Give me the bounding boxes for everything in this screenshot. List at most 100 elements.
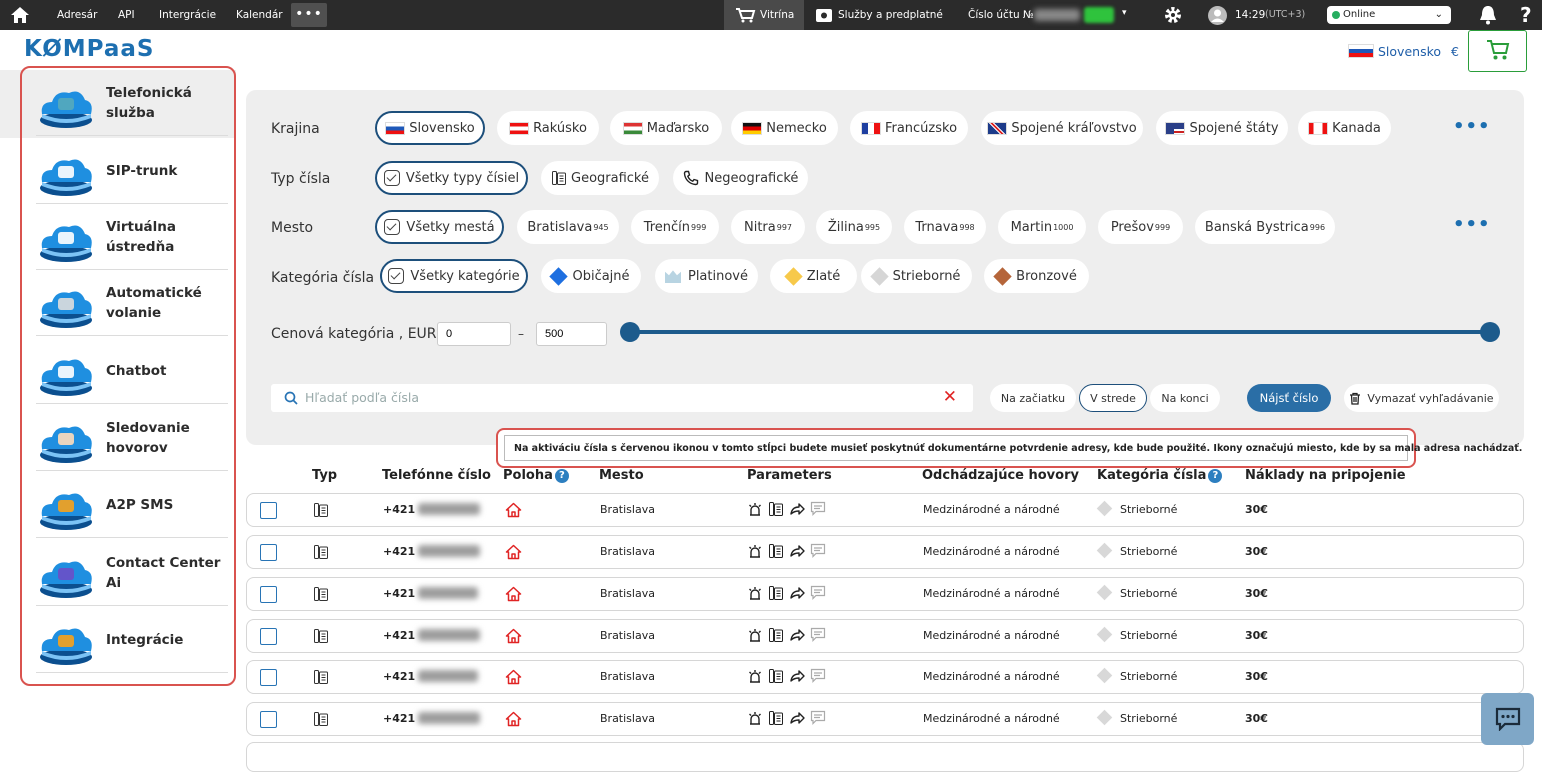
category-chip-all[interactable]: Všetky kategórie xyxy=(380,259,528,293)
category-chip[interactable]: Strieborné xyxy=(861,259,972,293)
table-row[interactable]: +421 Bratislava Medzinárodné a národné Stri… xyxy=(246,535,1524,569)
type-chip-geographic[interactable]: Geografické xyxy=(541,161,659,195)
row-checkbox[interactable] xyxy=(260,669,277,686)
country-chip[interactable]: Kanada xyxy=(1298,111,1391,145)
sidebar-item[interactable]: A2P SMS xyxy=(36,472,228,538)
row-checkbox[interactable] xyxy=(260,628,277,645)
bell-icon[interactable] xyxy=(1479,5,1497,25)
col-connection-cost[interactable]: Náklady na pripojenie xyxy=(1245,468,1406,483)
city-chip[interactable]: Trenčín 999 xyxy=(631,210,719,244)
help-question-icon[interactable]: ? xyxy=(554,469,569,483)
home-address-icon[interactable] xyxy=(505,628,522,644)
category-chip[interactable]: Običajné xyxy=(541,259,641,293)
category-chip[interactable]: Platinové xyxy=(655,259,758,293)
region-selector[interactable]: Slovensko € xyxy=(1348,44,1459,59)
table-row[interactable]: +421 Bratislava Medzinárodné a národné Stri… xyxy=(246,577,1524,611)
nav-calendar[interactable]: Kalendár xyxy=(236,0,283,30)
category-chip[interactable]: Zlaté xyxy=(770,259,857,293)
sidebar-item[interactable]: Virtuálna ústredňa xyxy=(36,204,228,270)
avatar[interactable] xyxy=(1208,6,1227,25)
table-row-partial[interactable] xyxy=(246,742,1524,772)
city-count-badge: 999 xyxy=(1154,222,1171,232)
sidebar-item[interactable]: Automatické volanie xyxy=(36,270,228,336)
phone-number[interactable]: +421 xyxy=(383,661,479,693)
match-position-middle[interactable]: V strede xyxy=(1079,384,1147,412)
home-icon[interactable] xyxy=(10,6,30,24)
phone-number[interactable]: +421 xyxy=(383,578,479,610)
country-chip[interactable]: Slovensko xyxy=(375,111,485,145)
row-checkbox[interactable] xyxy=(260,586,277,603)
more-menu-button[interactable]: ••• xyxy=(291,3,327,27)
city-chip[interactable]: Žilina 995 xyxy=(816,210,892,244)
table-row[interactable]: +421 Bratislava Medzinárodné a národné Stri… xyxy=(246,493,1524,527)
phone-number[interactable]: +421 xyxy=(383,620,481,652)
connection-cost: 30€ xyxy=(1245,712,1268,725)
country-chip[interactable]: Spojené štáty xyxy=(1156,111,1288,145)
match-position-start[interactable]: Na začiatku xyxy=(990,384,1076,412)
row-checkbox[interactable] xyxy=(260,711,277,728)
category-chip[interactable]: Bronzové xyxy=(984,259,1089,293)
city-chip[interactable]: Martin 1000 xyxy=(998,210,1086,244)
price-max-input[interactable] xyxy=(536,322,607,346)
sidebar-item[interactable]: Contact Center Ai xyxy=(36,540,228,606)
table-row[interactable]: +421 Bratislava Medzinárodné a národné Stri… xyxy=(246,702,1524,736)
home-address-icon[interactable] xyxy=(505,586,522,602)
nav-integrations[interactable]: Intergrácie xyxy=(159,0,216,30)
col-city[interactable]: Mesto xyxy=(599,468,644,483)
account-dropdown-icon[interactable]: ▾ xyxy=(1122,8,1127,18)
city-chip[interactable]: Banská Bystrica 996 xyxy=(1195,210,1335,244)
table-row[interactable]: +421 Bratislava Medzinárodné a národné Stri… xyxy=(246,660,1524,694)
home-address-icon[interactable] xyxy=(505,502,522,518)
help-icon[interactable]: ? xyxy=(1520,0,1532,30)
more-cities-button[interactable]: ••• xyxy=(1453,214,1491,235)
country-chip[interactable]: Spojené kráľovstvo xyxy=(981,111,1143,145)
fax-icon xyxy=(769,669,783,683)
city-chip[interactable]: Bratislava 945 xyxy=(517,210,619,244)
country-chip[interactable]: Francúzsko xyxy=(850,111,968,145)
col-phone-number[interactable]: Telefónne číslo xyxy=(382,468,491,483)
country-chip[interactable]: Maďarsko xyxy=(610,111,722,145)
home-address-icon[interactable] xyxy=(505,669,522,685)
row-checkbox[interactable] xyxy=(260,502,277,519)
sidebar-item[interactable]: Chatbot xyxy=(36,338,228,404)
sidebar-item[interactable]: Sledovanie hovorov xyxy=(36,405,228,471)
row-checkbox[interactable] xyxy=(260,544,277,561)
chat-widget-button[interactable] xyxy=(1481,693,1534,745)
price-min-input[interactable] xyxy=(437,322,511,346)
phone-number[interactable]: +421 xyxy=(383,536,481,568)
services-link[interactable]: Služby a predplatné xyxy=(838,0,943,30)
match-position-end[interactable]: Na konci xyxy=(1150,384,1220,412)
table-row[interactable]: +421 Bratislava Medzinárodné a národné Stri… xyxy=(246,619,1524,653)
home-address-icon[interactable] xyxy=(505,711,522,727)
type-chip-nongeographic[interactable]: Negeografické xyxy=(673,161,808,195)
price-slider-max-handle[interactable] xyxy=(1480,322,1500,342)
nav-api[interactable]: API xyxy=(118,0,135,30)
nav-addressbook[interactable]: Adresár xyxy=(57,0,97,30)
city-chip[interactable]: Trnava 998 xyxy=(904,210,986,244)
number-search-box[interactable]: Hľadať podľa čísla ✕ xyxy=(271,384,973,412)
help-question-icon[interactable]: ? xyxy=(1208,469,1223,483)
home-address-icon[interactable] xyxy=(505,544,522,560)
sidebar-item[interactable]: Integrácie xyxy=(36,607,228,673)
kompaas-logo[interactable]: KØMPaaS xyxy=(24,36,155,62)
phone-number[interactable]: +421 xyxy=(383,494,481,526)
phone-number[interactable]: +421 xyxy=(383,703,481,735)
more-countries-button[interactable]: ••• xyxy=(1453,116,1491,137)
sidebar-item[interactable]: Telefonická služba xyxy=(36,70,228,136)
gear-icon[interactable] xyxy=(1163,5,1183,25)
city-chip-all[interactable]: Všetky mestá xyxy=(375,210,504,244)
clear-search-icon[interactable]: ✕ xyxy=(943,387,957,407)
price-range-slider[interactable] xyxy=(629,330,1491,334)
sidebar-item[interactable]: SIP-trunk xyxy=(36,138,228,204)
city-chip[interactable]: Prešov 999 xyxy=(1098,210,1183,244)
clear-search-button[interactable]: Vymazať vyhľadávanie xyxy=(1344,384,1499,412)
country-chip[interactable]: Nemecko xyxy=(731,111,838,145)
cart-button[interactable] xyxy=(1468,30,1527,72)
find-number-button[interactable]: Nájsť číslo xyxy=(1247,384,1331,412)
account-number-label[interactable]: Číslo účtu № xyxy=(968,0,1034,30)
country-chip[interactable]: Rakúsko xyxy=(497,111,599,145)
city-chip[interactable]: Nitra 997 xyxy=(731,210,805,244)
status-select[interactable]: Online ⌄ xyxy=(1327,6,1451,24)
price-slider-min-handle[interactable] xyxy=(620,322,640,342)
type-chip-all[interactable]: Všetky typy čísiel xyxy=(375,161,528,195)
